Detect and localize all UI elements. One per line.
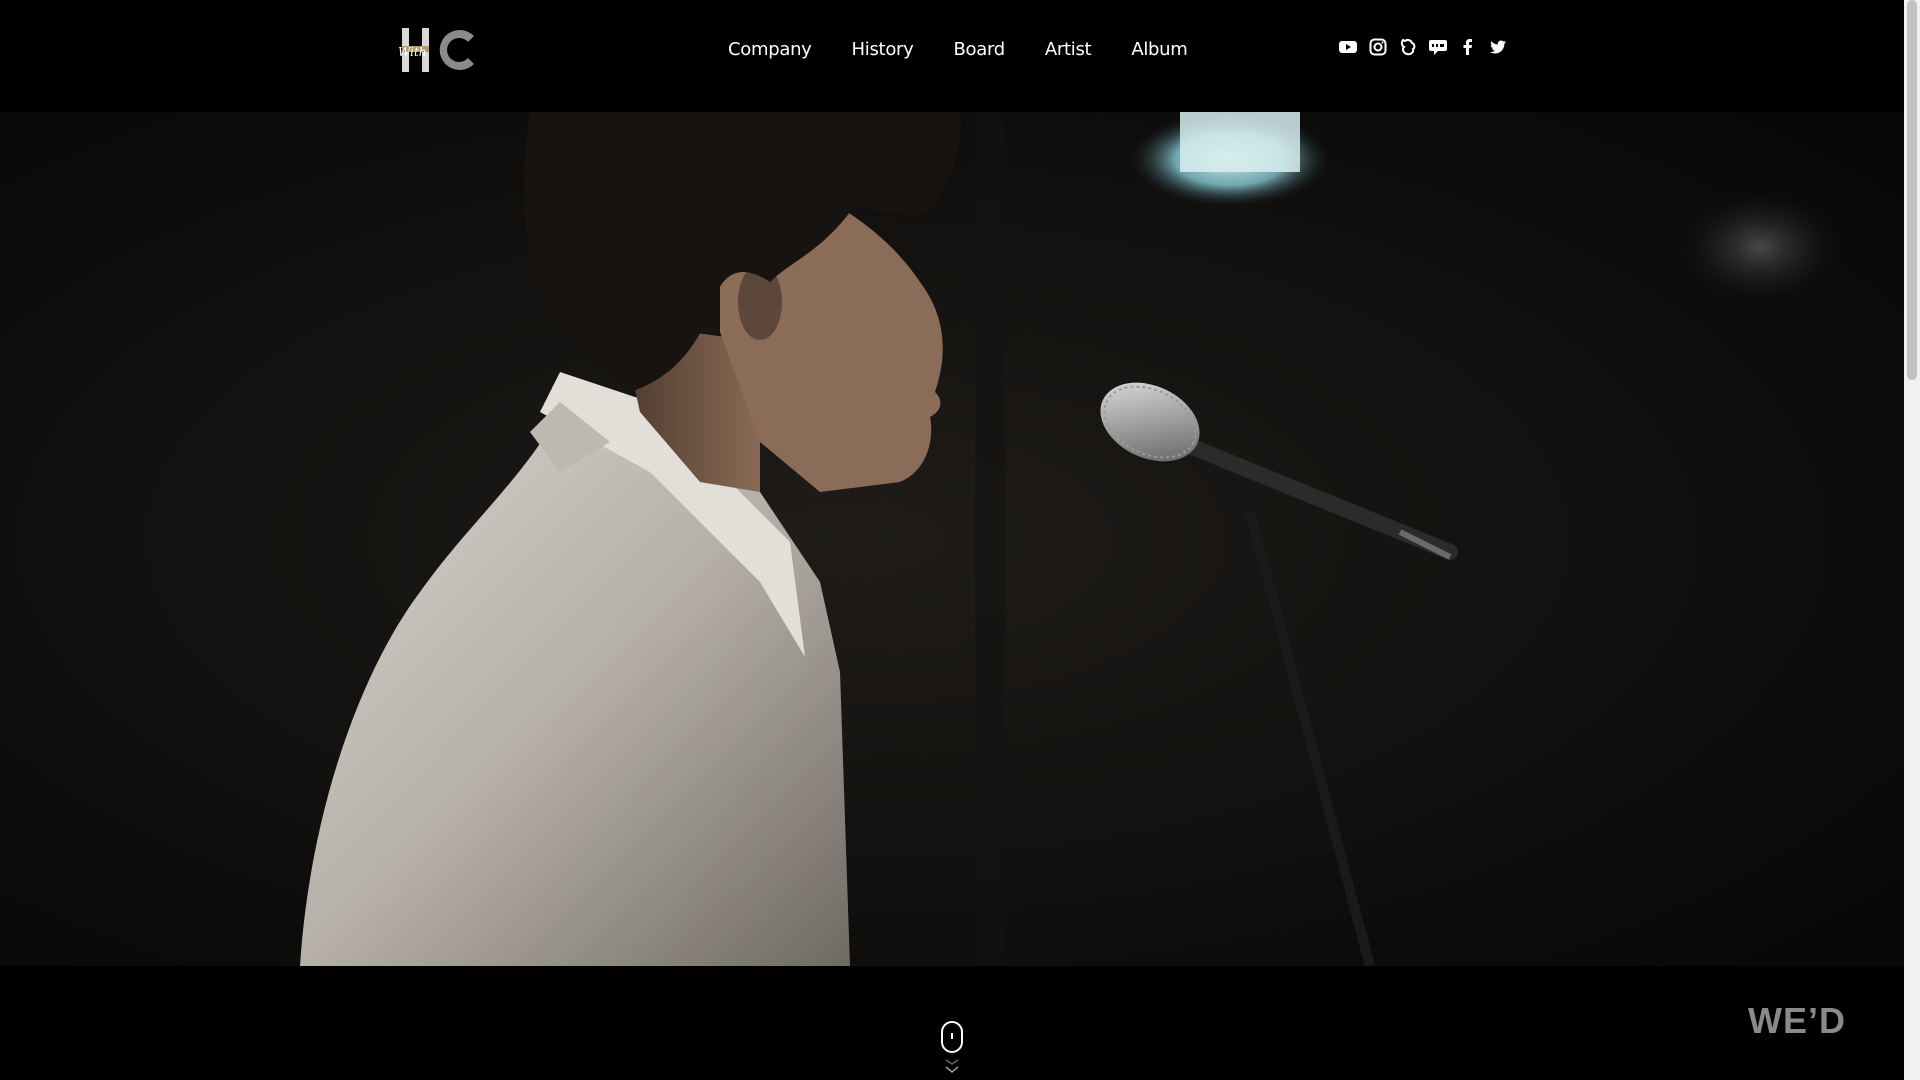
nav-album[interactable]: Album [1131,37,1187,63]
site-logo[interactable]: With [396,24,486,74]
youtube-icon[interactable] [1338,37,1358,57]
fan-cafe-icon[interactable] [1398,37,1418,57]
facebook-icon[interactable] [1458,37,1478,57]
social-links [1338,36,1508,58]
hero-video[interactable] [0,112,1904,966]
page: With Company History Board Artist Album [0,0,1920,1080]
talk-icon[interactable] [1428,37,1448,57]
page-scrollbar[interactable] [1904,0,1920,1080]
nav-board[interactable]: Board [953,37,1005,63]
nav-company[interactable]: Company [728,37,812,63]
twitter-icon[interactable] [1488,37,1508,57]
nav-artist[interactable]: Artist [1045,37,1092,63]
mouse-scroll-icon[interactable] [940,1020,964,1080]
brand-mark: WE’D [1748,1000,1846,1041]
svg-text:With: With [398,45,427,59]
site-header: With Company History Board Artist Album [0,0,1904,112]
instagram-icon[interactable] [1368,37,1388,57]
scrollbar-thumb[interactable] [1907,0,1917,380]
main-nav: Company History Board Artist Album [728,37,1188,63]
nav-history[interactable]: History [852,37,914,63]
